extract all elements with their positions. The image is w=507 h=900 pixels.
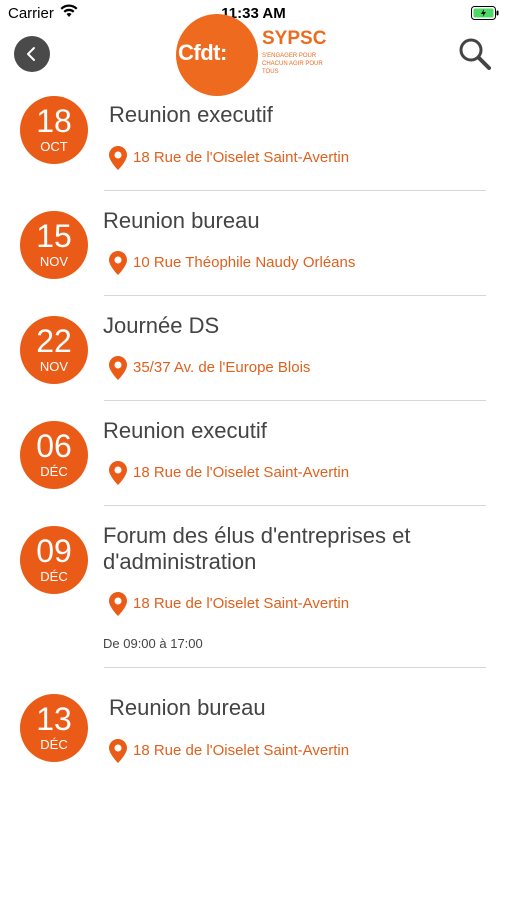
events-list: 18 OCT Reunion executif 18 Rue de l'Oise… [0,96,507,778]
event-item[interactable]: 06 DÉC Reunion executif 18 Rue de l'Oise… [0,411,507,516]
cfdt-logo: Cfdt: SYPSC S'ENGAGER POUR CHACUN AGIR P… [176,14,336,96]
search-button[interactable] [457,36,493,72]
event-title: Reunion executif [109,102,273,127]
date-day: 13 [36,701,72,737]
chevron-left-icon [27,47,35,61]
divider [104,190,486,191]
date-badge: 18 OCT [20,96,88,164]
event-item[interactable]: 22 NOV Journée DS 35/37 Av. de l'Europe … [0,306,507,411]
app-header: Cfdt: SYPSC S'ENGAGER POUR CHACUN AGIR P… [0,14,507,96]
location-pin-icon [109,146,127,170]
event-location-text: 18 Rue de l'Oiselet Saint-Avertin [133,464,350,481]
event-title: Journée DS [103,313,220,338]
divider [104,295,486,296]
event-location-text: 18 Rue de l'Oiselet Saint-Avertin [133,149,350,166]
event-location-text: 18 Rue de l'Oiselet Saint-Avertin [133,742,350,759]
event-time: De 09:00 à 17:00 [103,636,203,651]
date-month: DÉC [40,464,68,479]
back-button[interactable] [14,36,50,72]
location-pin-icon [109,592,127,616]
date-day: 15 [36,218,72,254]
event-title: Reunion bureau [109,695,266,720]
location-pin-icon [109,739,127,763]
date-badge: 06 DÉC [20,421,88,489]
date-month: DÉC [40,569,68,584]
logo-text: Cfdt: [178,40,227,65]
search-icon [459,38,491,70]
event-title: Reunion executif [103,418,267,443]
date-badge: 13 DÉC [20,694,88,762]
event-item[interactable]: 15 NOV Reunion bureau 10 Rue Théophile N… [0,201,507,306]
logo-tagline: S'ENGAGER POUR CHACUN AGIR POUR TOUS [262,53,323,75]
date-day: 09 [36,533,72,569]
date-badge: 09 DÉC [20,526,88,594]
date-badge: 22 NOV [20,316,88,384]
divider [104,667,486,668]
date-month: DÉC [40,737,68,752]
event-location-text: 35/37 Av. de l'Europe Blois [133,359,311,376]
battery-icon [471,6,499,25]
date-day: 06 [36,428,72,464]
event-title-line-1: Forum des élus d'entreprises et [103,523,411,548]
divider [104,505,486,506]
date-badge: 15 NOV [20,211,88,279]
logo-org-name: SYPSC [262,28,327,49]
event-item[interactable]: 18 OCT Reunion executif 18 Rue de l'Oise… [0,96,507,201]
event-item[interactable]: 09 DÉC Forum des élus d'entreprises et d… [0,516,507,678]
date-month: NOV [39,359,69,374]
event-item[interactable]: 13 DÉC Reunion bureau 18 Rue de l'Oisele… [0,678,507,778]
event-location-text: 18 Rue de l'Oiselet Saint-Avertin [133,595,350,612]
event-title: Reunion bureau [103,208,260,233]
location-pin-icon [109,251,127,275]
date-day: 22 [36,323,72,359]
location-pin-icon [109,356,127,380]
event-title-line-2: d'administration [103,549,257,574]
location-pin-icon [109,461,127,485]
date-month: NOV [39,254,69,269]
event-location-text: 10 Rue Théophile Naudy Orléans [133,254,356,271]
date-day: 18 [36,103,72,139]
date-month: OCT [40,139,68,154]
divider [104,400,486,401]
